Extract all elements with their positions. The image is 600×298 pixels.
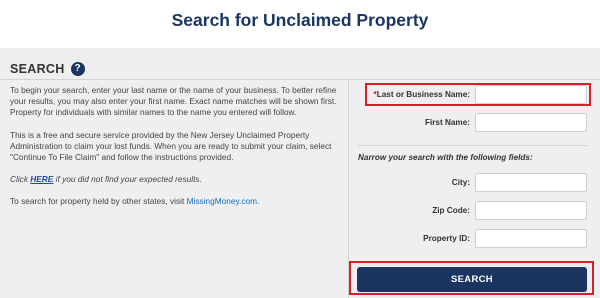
last-name-label: *Last or Business Name: [374,90,470,99]
city-input[interactable] [475,173,587,192]
intro-p3-pre: Click [10,174,31,185]
intro-text: To begin your search, enter your last na… [10,85,342,219]
property-id-row: Property ID: [349,229,600,249]
section-title: SEARCH [10,62,65,76]
intro-p4-pre: To search for property held by other sta… [10,196,187,207]
page-title: Search for Unclaimed Property [171,10,429,30]
help-icon[interactable]: ? [70,62,85,76]
intro-paragraph-1: To begin your search, enter your last na… [10,85,337,118]
city-row: City: [349,173,600,193]
last-name-input[interactable] [475,85,587,104]
intro-paragraph-2: This is a free and secure service provid… [10,129,332,163]
first-name-label: First Name: [424,118,470,127]
city-label: City: [451,178,470,187]
here-link[interactable]: HERE [30,174,53,184]
property-id-label: Property ID: [423,234,470,243]
property-id-input[interactable] [475,229,587,248]
intro-p3-post: if you did not find your expected result… [53,174,202,185]
intro-paragraph-4: To search for property held by other sta… [10,196,342,207]
first-name-row: First Name: [349,113,600,133]
narrow-search-label: Narrow your search with the following fi… [358,153,533,162]
intro-p4-post: . [257,196,260,207]
section-divider [0,79,600,80]
zip-label: Zip Code: [432,206,470,215]
zip-input[interactable] [475,201,587,220]
search-button[interactable]: SEARCH [357,267,587,292]
section-header: SEARCH ? [10,60,85,78]
first-name-input[interactable] [475,113,587,132]
last-name-row: *Last or Business Name: [349,85,600,105]
intro-paragraph-3: Click HERE if you did not find your expe… [10,174,342,185]
last-name-label-text: Last or Business Name: [376,90,470,99]
narrow-divider [358,145,588,146]
missingmoney-link[interactable]: MissingMoney.com [187,196,257,206]
zip-row: Zip Code: [349,201,600,221]
